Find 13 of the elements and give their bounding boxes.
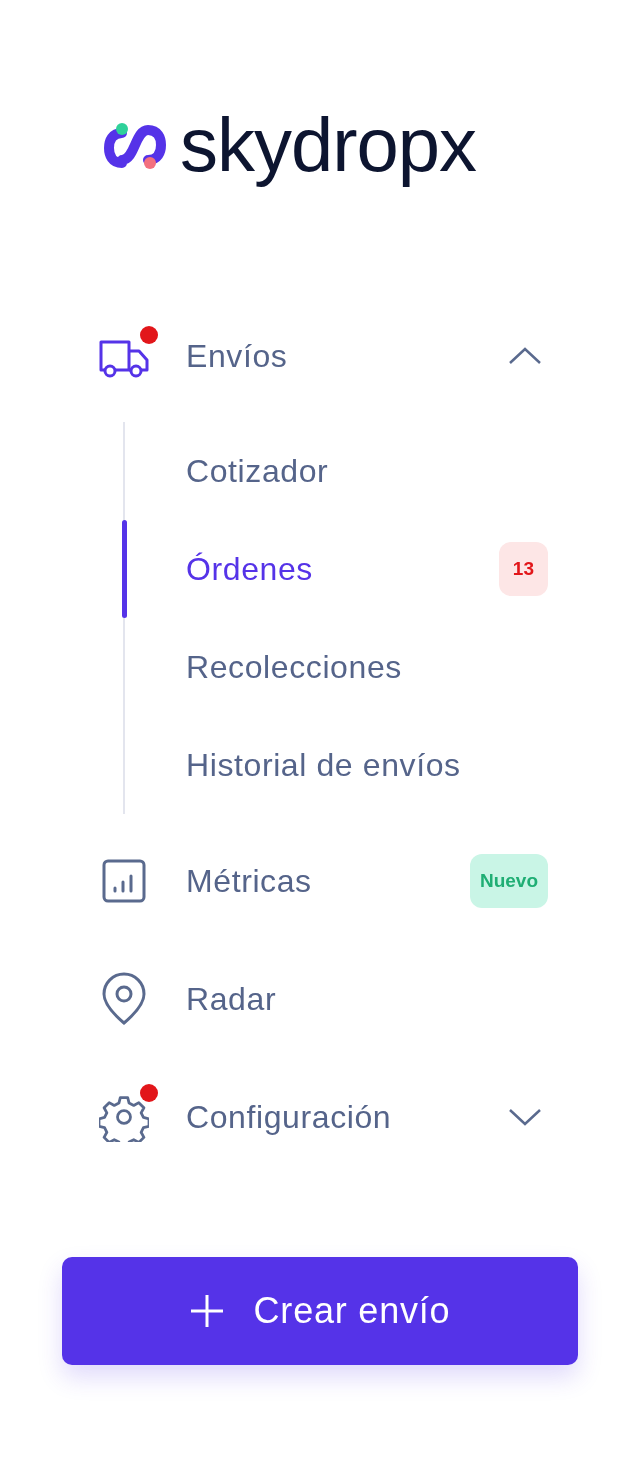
nav-item[interactable]: Envíos [98, 297, 548, 415]
submenu-item[interactable]: Recolecciones [123, 618, 548, 716]
submenu-item[interactable]: Cotizador [123, 422, 548, 520]
nav-item[interactable]: Radar [98, 940, 548, 1058]
new-tag: Nuevo [469, 854, 548, 908]
count-badge: 13 [498, 542, 548, 596]
nav-item[interactable]: Configuración [98, 1058, 548, 1176]
nav-item[interactable]: Métricas Nuevo [98, 822, 548, 940]
create-shipment-button[interactable]: Crear envío [62, 1257, 578, 1365]
submenu-item[interactable]: Órdenes 13 [123, 520, 548, 618]
submenu-item[interactable]: Historial de envíos [123, 716, 548, 814]
logo-text: skydropx [180, 101, 477, 189]
plus-icon [189, 1294, 224, 1328]
